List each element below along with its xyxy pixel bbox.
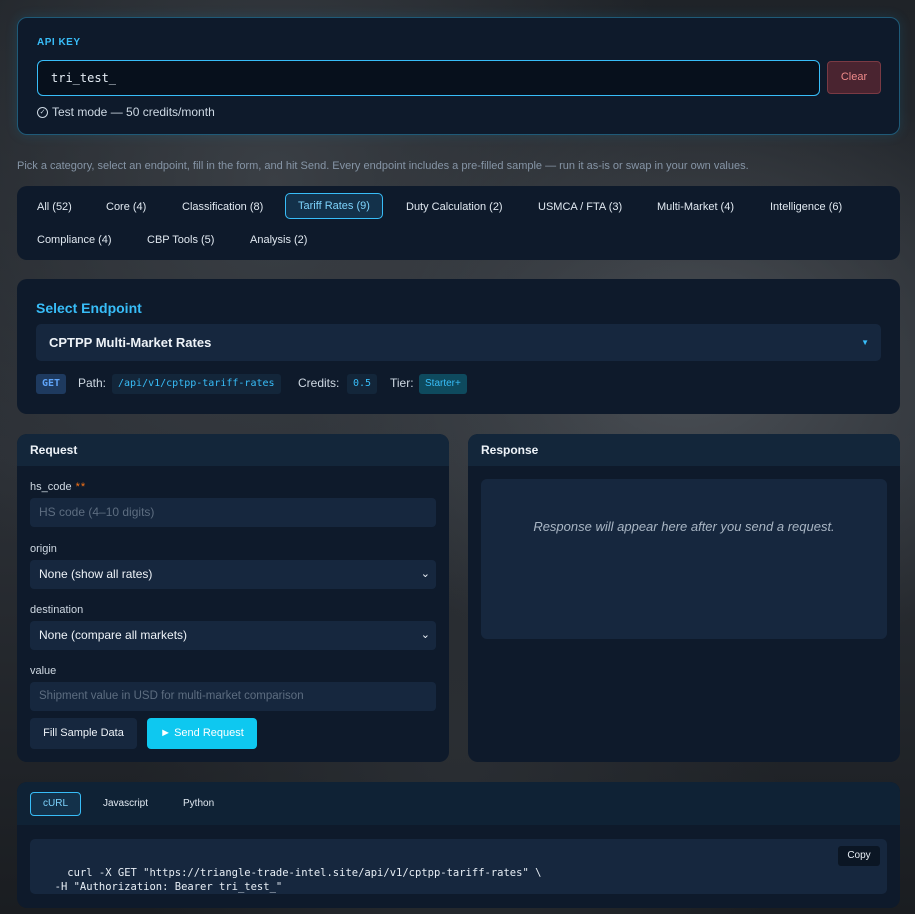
code-block: curl -X GET "https://triangle-trade-inte… <box>30 839 887 894</box>
hs-code-input[interactable]: HS code (4–10 digits) <box>30 498 436 527</box>
tab-core[interactable]: Core (4) <box>94 194 158 220</box>
destination-select[interactable]: None (compare all markets) ⌄ <box>30 621 436 650</box>
origin-select[interactable]: None (show all rates) ⌄ <box>30 560 436 589</box>
path-label: Path: <box>78 376 107 390</box>
test-mode-text: Test mode — 50 credits/month <box>52 105 215 119</box>
chevron-down-icon: ⌄ <box>420 568 430 580</box>
destination-label: destination <box>30 604 84 616</box>
tab-analysis[interactable]: Analysis (2) <box>238 227 319 253</box>
api-key-card: API KEY tri_test_ Clear ✓ Test mode — 50… <box>17 17 900 135</box>
clear-button[interactable]: Clear <box>827 61 881 94</box>
endpoint-select[interactable]: CPTPP Multi-Market Rates ▼ <box>36 324 881 361</box>
request-panel: Request hs_code ** HS code (4–10 digits) … <box>17 434 449 762</box>
tier-badge: Starter+ <box>419 374 467 394</box>
copy-button[interactable]: Copy <box>838 846 880 866</box>
value-input[interactable]: Shipment value in USD for multi-market c… <box>30 682 436 711</box>
tab-python[interactable]: Python <box>171 792 226 816</box>
code-snippet-panel: cURL Javascript Python curl -X GET "http… <box>17 782 900 908</box>
path-value: /api/v1/cptpp-tariff-rates <box>112 374 281 394</box>
method-badge: GET <box>36 374 67 394</box>
code-language-tabs: cURL Javascript Python <box>17 782 900 825</box>
request-title: Request <box>17 434 449 466</box>
tab-javascript[interactable]: Javascript <box>91 792 160 816</box>
tab-tariff-rates[interactable]: Tariff Rates (9) <box>285 193 383 219</box>
credits-value: 0.5 <box>347 374 378 394</box>
chevron-down-icon: ⌄ <box>420 629 430 641</box>
tab-usmca-fta[interactable]: USMCA / FTA (3) <box>526 194 634 220</box>
endpoint-card: Select Endpoint CPTPP Multi-Market Rates… <box>17 279 900 414</box>
api-key-label: API KEY <box>37 37 81 48</box>
endpoint-selected-value: CPTPP Multi-Market Rates <box>49 335 212 350</box>
tier-label: Tier: <box>390 376 414 390</box>
tab-classification[interactable]: Classification (8) <box>170 194 275 220</box>
response-output: Response will appear here after you send… <box>481 479 887 639</box>
required-marker: ** <box>75 481 87 493</box>
tab-intelligence[interactable]: Intelligence (6) <box>758 194 854 220</box>
category-tabs: All (52) Core (4) Classification (8) Tar… <box>17 186 900 260</box>
send-request-button[interactable]: ► Send Request <box>147 718 257 749</box>
tab-curl[interactable]: cURL <box>30 792 82 816</box>
response-title: Response <box>468 434 900 466</box>
api-key-input[interactable]: tri_test_ <box>37 60 820 96</box>
hs-code-label: hs_code ** <box>30 481 87 493</box>
select-endpoint-title: Select Endpoint <box>36 300 142 316</box>
intro-text: Pick a category, select an endpoint, fil… <box>17 160 749 172</box>
tab-all[interactable]: All (52) <box>25 194 84 220</box>
test-mode-status: ✓ Test mode — 50 credits/month <box>37 105 215 119</box>
code-text: curl -X GET "https://triangle-trade-inte… <box>54 867 542 893</box>
tab-cbp-tools[interactable]: CBP Tools (5) <box>135 227 226 253</box>
response-panel: Response Response will appear here after… <box>468 434 900 762</box>
check-circle-icon: ✓ <box>37 106 48 118</box>
value-label: value <box>30 665 57 677</box>
credits-label: Credits: <box>298 376 340 390</box>
tab-duty-calculation[interactable]: Duty Calculation (2) <box>394 194 515 220</box>
tab-compliance[interactable]: Compliance (4) <box>25 227 124 253</box>
origin-label: origin <box>30 543 57 555</box>
fill-sample-button[interactable]: Fill Sample Data <box>30 718 137 749</box>
tab-multi-market[interactable]: Multi-Market (4) <box>645 194 746 220</box>
caret-down-icon: ▼ <box>861 338 869 347</box>
